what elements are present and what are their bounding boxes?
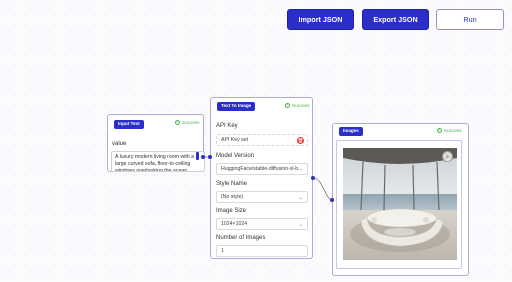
text-to-image-node[interactable]: Text To Image ✓ Success API Key API Key … — [210, 97, 313, 259]
text-to-image-output-handle[interactable] — [311, 176, 315, 180]
style-name-label: Style Name — [216, 181, 248, 187]
model-version-label: Model Version — [216, 153, 255, 159]
api-key-value: API Key set — [221, 137, 249, 143]
check-circle-icon: ✓ — [175, 119, 180, 125]
status-text: Success — [444, 128, 462, 133]
image-size-select[interactable]: 1024×1024 ⌄ — [216, 218, 308, 230]
textarea-scrollbar[interactable] — [196, 152, 199, 160]
images-input-handle[interactable] — [330, 198, 334, 202]
trash-icon[interactable]: 🗑 — [297, 137, 304, 144]
style-name-value: (No style) — [221, 194, 244, 200]
status-badge: ✓ Success — [175, 120, 199, 125]
node-type-tag: Images — [339, 127, 363, 136]
status-text: Success — [182, 120, 200, 125]
image-frame: ⌕ — [336, 140, 462, 269]
api-key-field[interactable]: API Key set 🗑 — [216, 134, 308, 146]
zoom-icon[interactable]: ⌕ — [442, 151, 453, 162]
value-textarea[interactable]: A luxury modern living room with a large… — [111, 151, 205, 172]
number-of-images-label: Number of Images — [216, 235, 266, 241]
check-circle-icon: ✓ — [437, 127, 442, 133]
number-of-images-input[interactable]: 1 — [216, 245, 308, 257]
image-size-value: 1024×1024 — [221, 221, 248, 227]
style-name-select[interactable]: (No style) ⌄ — [216, 191, 308, 203]
check-circle-icon: ✓ — [285, 102, 290, 108]
image-size-label: Image Size — [216, 208, 247, 214]
chevron-down-icon: ⌄ — [298, 195, 303, 201]
input-text-node[interactable]: Input Text ✓ Success value A luxury mode… — [107, 114, 205, 172]
status-text: Success — [292, 103, 310, 108]
model-version-field[interactable]: HuggingFace/stable-diffusion-xl-b... — [216, 163, 308, 175]
node-type-tag: Input Text — [114, 120, 144, 129]
node-type-tag: Text To Image — [217, 102, 256, 111]
generated-image[interactable] — [343, 148, 457, 260]
text-to-image-input-handle[interactable] — [208, 155, 212, 159]
input-text-output-handle[interactable] — [201, 155, 205, 159]
images-node[interactable]: Images ✓ Success ⌕ — [332, 123, 469, 276]
model-version-value: HuggingFace/stable-diffusion-xl-b... — [221, 166, 303, 172]
api-key-label: API Key — [216, 123, 238, 129]
status-badge: ✓ Success — [285, 103, 309, 108]
value-label: value — [112, 141, 127, 147]
number-of-images-value: 1 — [221, 248, 224, 254]
chevron-down-icon: ⌄ — [298, 222, 303, 228]
status-badge: ✓ Success — [437, 128, 461, 133]
